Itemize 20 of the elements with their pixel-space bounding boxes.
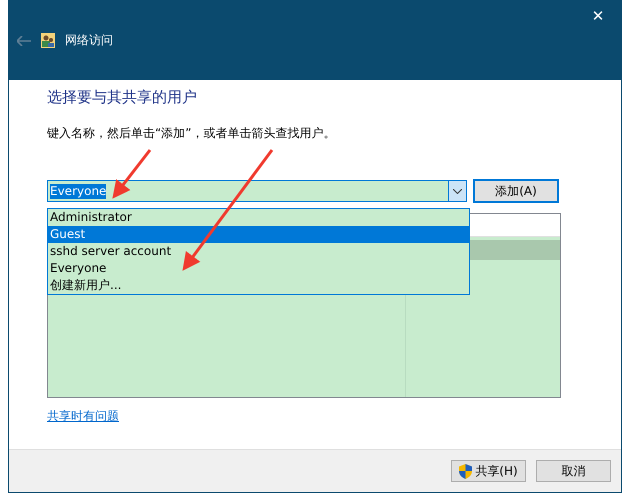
share-button[interactable]: 共享(H): [451, 460, 526, 482]
help-link[interactable]: 共享时有问题: [47, 408, 119, 425]
add-button[interactable]: 添加(A): [473, 179, 559, 203]
user-combo-box[interactable]: Everyone: [47, 180, 467, 202]
dropdown-item[interactable]: Guest: [48, 226, 469, 243]
dropdown-item[interactable]: 创建新用户...: [48, 277, 469, 294]
users-icon: [41, 33, 55, 48]
dropdown-item[interactable]: Administrator: [48, 209, 469, 226]
shield-icon: [459, 464, 472, 478]
dropdown-item[interactable]: sshd server account: [48, 243, 469, 260]
chevron-icon: [453, 188, 462, 194]
annotation-arrow: [112, 149, 152, 199]
dropdown-item[interactable]: Everyone: [48, 260, 469, 277]
window-title: 网络访问: [65, 32, 113, 49]
combo-value: Everyone: [50, 184, 106, 198]
close-button[interactable]: ✕: [575, 0, 621, 32]
heading: 选择要与其共享的用户: [47, 88, 198, 107]
cancel-button[interactable]: 取消: [536, 460, 611, 482]
instruction-text: 键入名称，然后单击“添加”，或者单击箭头查找用户。: [47, 125, 336, 142]
dropdown-button[interactable]: [448, 181, 466, 201]
